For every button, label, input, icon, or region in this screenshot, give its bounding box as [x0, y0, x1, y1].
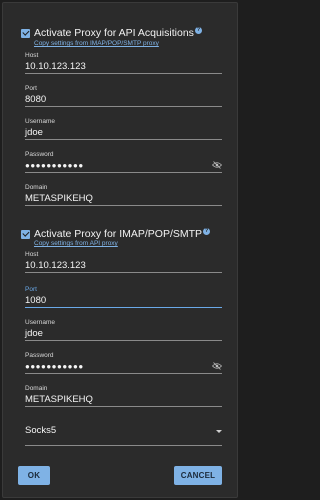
api-username-field[interactable]: Username jdoe — [25, 118, 222, 140]
api-port-label: Port — [25, 85, 37, 92]
cancel-button[interactable]: CANCEL — [174, 466, 222, 485]
imap-port-input[interactable]: 1080 — [25, 294, 222, 308]
imap-password-input[interactable]: ●●●●●●●●●●● — [25, 360, 222, 374]
api-password-label: Password — [25, 151, 54, 158]
imap-password-field[interactable]: Password ●●●●●●●●●●● — [25, 352, 222, 374]
api-port-field[interactable]: Port 8080 — [25, 85, 222, 107]
eye-off-icon[interactable] — [212, 161, 222, 169]
eye-off-icon[interactable] — [212, 362, 222, 370]
api-proxy-checkbox[interactable] — [21, 28, 30, 38]
imap-host-label: Host — [25, 251, 39, 258]
imap-port-label: Port — [25, 286, 37, 293]
proxy-type-select[interactable]: Socks5 — [25, 424, 222, 446]
ok-button[interactable]: OK — [18, 466, 50, 485]
imap-host-field[interactable]: Host 10.10.123.123 — [25, 251, 222, 273]
api-host-input[interactable]: 10.10.123.123 — [25, 60, 222, 74]
chevron-down-icon[interactable] — [216, 430, 222, 433]
imap-username-input[interactable]: jdoe — [25, 327, 222, 341]
api-host-label: Host — [25, 52, 39, 59]
api-host-field[interactable]: Host 10.10.123.123 — [25, 52, 222, 74]
api-username-label: Username — [25, 118, 55, 125]
api-domain-input[interactable]: METASPIKEHQ — [25, 192, 222, 206]
imap-proxy-checkbox[interactable] — [21, 229, 30, 239]
api-password-input[interactable]: ●●●●●●●●●●● — [25, 159, 222, 173]
imap-domain-label: Domain — [25, 385, 48, 392]
imap-host-input[interactable]: 10.10.123.123 — [25, 259, 222, 273]
copy-from-api-link[interactable]: Copy settings from API proxy — [34, 240, 118, 247]
imap-username-label: Username — [25, 319, 55, 326]
imap-proxy-title: Activate Proxy for IMAP/POP/SMTP — [34, 228, 203, 240]
imap-password-label: Password — [25, 352, 54, 359]
api-username-input[interactable]: jdoe — [25, 126, 222, 140]
api-domain-label: Domain — [25, 184, 48, 191]
imap-domain-field[interactable]: Domain METASPIKEHQ — [25, 385, 222, 407]
imap-username-field[interactable]: Username jdoe — [25, 319, 222, 341]
copy-from-imap-link[interactable]: Copy settings from IMAP/POP/SMTP proxy — [34, 40, 159, 47]
imap-proxy-header[interactable]: Activate Proxy for IMAP/POP/SMTP ? — [21, 227, 211, 240]
api-proxy-header[interactable]: Activate Proxy for API Acquisitions ? — [21, 26, 202, 39]
api-proxy-title: Activate Proxy for API Acquisitions — [34, 27, 194, 39]
help-icon[interactable]: ? — [194, 26, 202, 34]
proxy-type-value: Socks5 — [25, 425, 57, 436]
imap-port-field[interactable]: Port 1080 — [25, 286, 222, 308]
api-domain-field[interactable]: Domain METASPIKEHQ — [25, 184, 222, 206]
proxy-settings-dialog: Activate Proxy for API Acquisitions ? Co… — [2, 2, 238, 498]
api-port-input[interactable]: 8080 — [25, 93, 222, 107]
api-password-field[interactable]: Password ●●●●●●●●●●● — [25, 151, 222, 173]
imap-domain-input[interactable]: METASPIKEHQ — [25, 393, 222, 407]
help-icon[interactable]: ? — [203, 227, 211, 235]
